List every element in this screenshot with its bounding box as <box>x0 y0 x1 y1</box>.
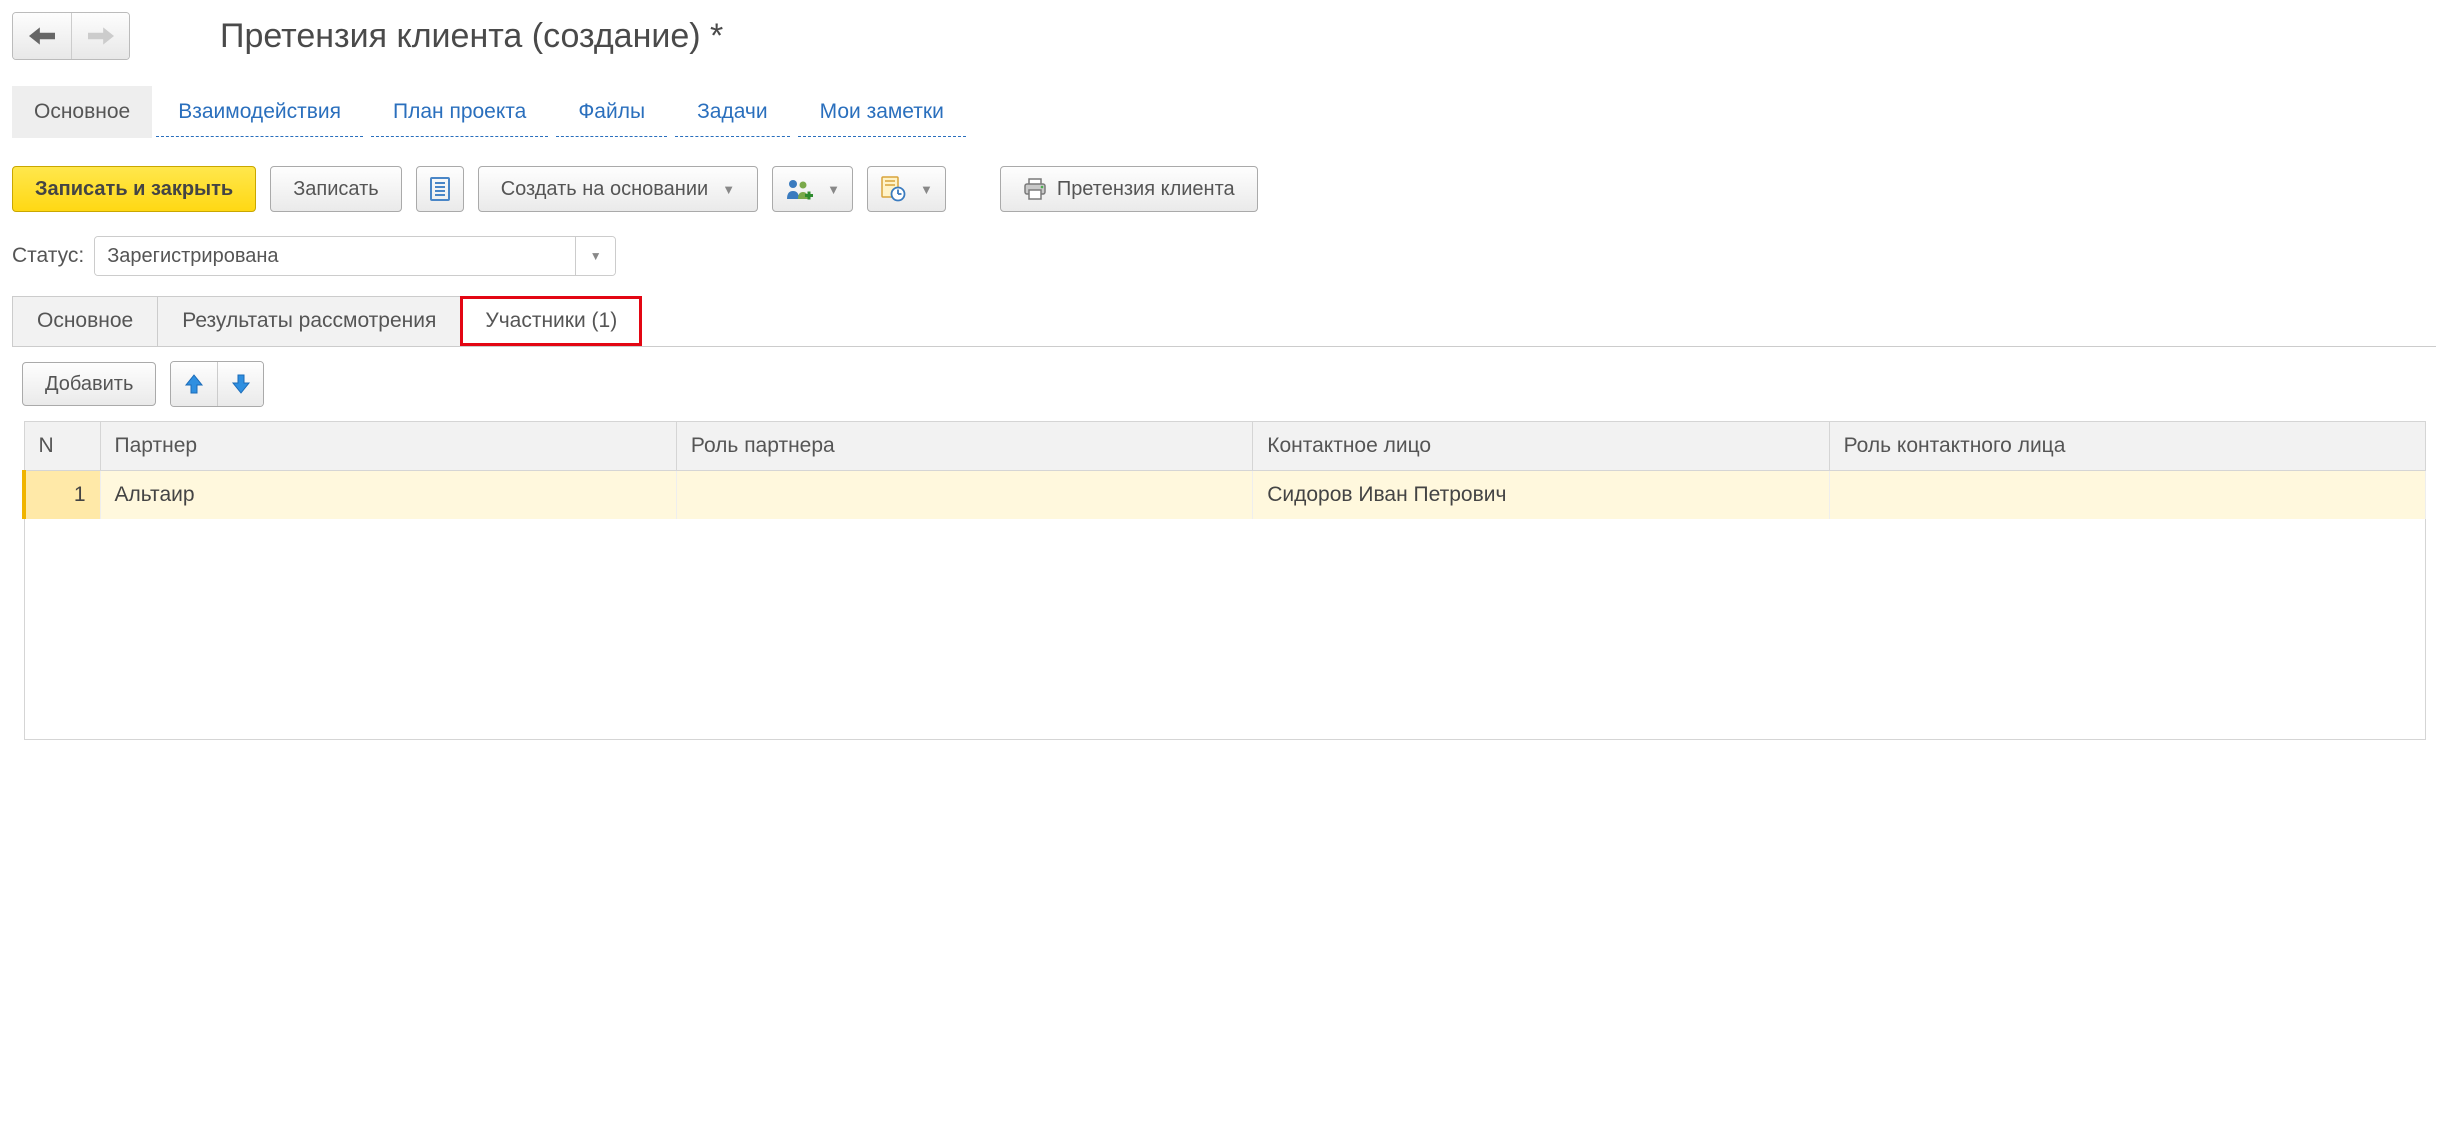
panel-toolbar: Добавить <box>12 347 2436 421</box>
button-label: Претензия клиента <box>1057 178 1235 201</box>
status-row: Статус: ▼ <box>12 236 2436 276</box>
cell-partner[interactable]: Альтаир <box>100 471 676 520</box>
people-plus-icon <box>785 177 813 201</box>
list-button[interactable] <box>416 166 464 212</box>
list-icon <box>429 177 451 201</box>
caret-down-icon: ▼ <box>590 249 602 263</box>
nav-buttons <box>12 12 130 60</box>
toolbar: Записать и закрыть Записать Создать на о… <box>12 166 2436 212</box>
col-partner-role[interactable]: Роль партнера <box>676 422 1252 471</box>
section-nav: Основное Взаимодействия План проекта Фай… <box>12 86 2436 138</box>
nav-link-interactions[interactable]: Взаимодействия <box>156 87 363 137</box>
tab-main[interactable]: Основное <box>12 296 158 346</box>
forward-button[interactable] <box>71 13 129 59</box>
move-arrows <box>170 361 264 407</box>
tab-participants[interactable]: Участники (1) <box>460 296 642 346</box>
participants-table: N Партнер Роль партнера Контактное лицо … <box>22 421 2426 740</box>
people-button[interactable]: ▼ <box>772 166 853 212</box>
cell-contact-role[interactable] <box>1829 471 2425 520</box>
col-contact[interactable]: Контактное лицо <box>1253 422 1829 471</box>
arrow-down-icon <box>231 373 251 395</box>
status-label: Статус: <box>12 244 84 268</box>
schedule-button[interactable]: ▼ <box>867 166 946 212</box>
table-row[interactable]: 1 Альтаир Сидоров Иван Петрович <box>24 471 2426 520</box>
nav-tab-main[interactable]: Основное <box>12 86 152 138</box>
nav-link-files[interactable]: Файлы <box>556 87 667 137</box>
write-and-close-button[interactable]: Записать и закрыть <box>12 166 256 212</box>
col-n[interactable]: N <box>24 422 100 471</box>
cell-n[interactable]: 1 <box>24 471 100 520</box>
arrow-left-icon <box>29 27 55 45</box>
button-label: Добавить <box>45 373 133 396</box>
printer-icon <box>1023 178 1047 200</box>
caret-down-icon: ▼ <box>827 182 840 197</box>
caret-down-icon: ▼ <box>722 182 735 197</box>
table-empty-space <box>24 519 2426 739</box>
col-partner[interactable]: Партнер <box>100 422 676 471</box>
cell-contact[interactable]: Сидоров Иван Петрович <box>1253 471 1829 520</box>
button-label: Записать <box>293 178 378 201</box>
col-contact-role[interactable]: Роль контактного лица <box>1829 422 2425 471</box>
nav-link-my-notes[interactable]: Мои заметки <box>798 87 966 137</box>
button-label: Записать и закрыть <box>35 178 233 201</box>
add-button[interactable]: Добавить <box>22 362 156 406</box>
document-clock-icon <box>880 176 906 202</box>
back-button[interactable] <box>13 13 71 59</box>
nav-link-tasks[interactable]: Задачи <box>675 87 790 137</box>
write-button[interactable]: Записать <box>270 166 401 212</box>
status-dropdown-toggle[interactable]: ▼ <box>575 237 615 275</box>
tabs: Основное Результаты рассмотрения Участни… <box>12 296 2436 347</box>
caret-down-icon: ▼ <box>920 182 933 197</box>
move-up-button[interactable] <box>171 362 217 406</box>
create-based-button[interactable]: Создать на основании ▼ <box>478 166 758 212</box>
page-title: Претензия клиента (создание) * <box>220 17 723 56</box>
cell-partner-role[interactable] <box>676 471 1252 520</box>
button-label: Создать на основании <box>501 178 709 201</box>
arrow-right-icon <box>88 27 114 45</box>
tab-results[interactable]: Результаты рассмотрения <box>157 296 461 346</box>
print-claim-button[interactable]: Претензия клиента <box>1000 166 1258 212</box>
arrow-up-icon <box>184 373 204 395</box>
status-combo: ▼ <box>94 236 616 276</box>
nav-link-project-plan[interactable]: План проекта <box>371 87 548 137</box>
status-input[interactable] <box>95 237 575 275</box>
move-down-button[interactable] <box>217 362 263 406</box>
